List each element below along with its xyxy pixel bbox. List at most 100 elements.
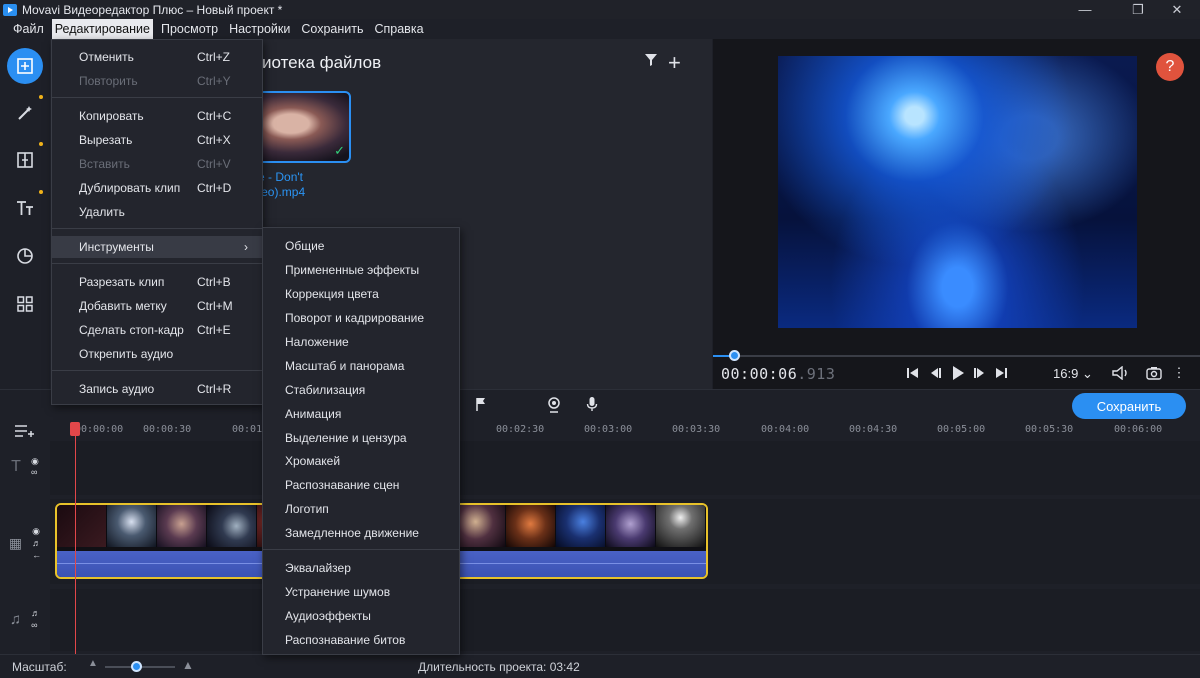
text-track-header: T ◉ ∞ [0,453,50,481]
menu-settings[interactable]: Настройки [226,19,293,39]
more-icon[interactable]: ⋮ [1173,363,1186,383]
video-frame [778,56,1137,328]
music-note-icon: ♫ [9,610,22,628]
submenu-item[interactable]: Аудиоэффекты [285,609,371,623]
menu-item-delete[interactable]: Удалить [52,201,262,223]
text-icon [17,201,33,215]
volume-icon[interactable] [1111,363,1131,383]
submenu-item[interactable]: Общие [285,239,324,253]
menu-item-detach-audio[interactable]: Открепить аудио [52,343,262,365]
menu-item-record-audio[interactable]: Запись аудио Ctrl+R [52,378,262,400]
snapshot-icon[interactable] [1145,363,1163,383]
import-tool-button[interactable] [7,48,43,84]
transitions-tool-button[interactable] [7,142,43,178]
microphone-icon[interactable] [586,396,598,412]
submenu-item[interactable]: Наложение [285,335,349,349]
text-track-icon: T [11,458,21,475]
link-icon[interactable]: ∞ [31,619,40,631]
zoom-in-icon[interactable]: ▲ [182,658,194,672]
zoom-out-icon[interactable]: ▲ [88,658,98,669]
next-frame-icon[interactable] [972,363,988,383]
ruler-label: 00:02:30 [496,424,545,435]
webcam-icon[interactable] [547,397,561,413]
prev-frame-icon[interactable] [927,363,943,383]
filter-icon[interactable] [644,53,658,67]
submenu-item[interactable]: Примененные эффекты [285,263,419,277]
submenu-item[interactable]: Эквалайзер [285,561,351,575]
zoom-slider-handle[interactable] [131,661,142,672]
menu-bar: Файл Редактирование Просмотр Настройки С… [0,19,1200,39]
save-button[interactable]: Сохранить [1072,393,1186,419]
skip-start-icon[interactable] [905,363,921,383]
menu-edit[interactable]: Редактирование [51,19,153,39]
menu-item-cut[interactable]: Вырезать Ctrl+X [52,129,262,151]
submenu-item[interactable]: Логотип [285,502,329,516]
menu-file[interactable]: Файл [10,19,47,39]
app-icon [3,3,17,16]
timeline-tracks: T ◉ ∞ ▦ ◉ ♬ ← ♫ ♬ ∞ [0,439,1200,654]
scrub-handle[interactable] [729,350,740,361]
library-title: иотека файлов [262,53,382,72]
menu-item-tools[interactable]: Инструменты › [52,236,262,258]
skip-end-icon[interactable] [993,363,1009,383]
tools-submenu: Общие Примененные эффекты Коррекция цвет… [262,227,460,655]
edit-menu: Отменить Ctrl+Z Повторить Ctrl+Y Копироват… [51,39,263,405]
submenu-item[interactable]: Устранение шумов [285,585,390,599]
mute-icon[interactable]: ♬ [32,537,41,549]
new-indicator [39,95,43,99]
check-icon: ✓ [334,143,345,158]
menu-item-add-marker[interactable]: Добавить метку Ctrl+M [52,295,262,317]
submenu-item[interactable]: Распознавание сцен [285,478,399,492]
stickers-tool-button[interactable] [7,238,43,274]
aspect-ratio-select[interactable]: 16:9 ⌄ [1053,366,1093,382]
link-icon[interactable]: ∞ [31,467,39,478]
ruler-label: 00:00:00 [75,424,124,435]
help-button[interactable]: ? [1156,53,1184,81]
submenu-item[interactable]: Коррекция цвета [285,287,379,301]
ruler-label: 00:01 [232,424,263,435]
add-track-icon[interactable] [14,424,34,438]
submenu-item[interactable]: Стабилизация [285,383,365,397]
close-icon[interactable]: ✕ [1154,0,1200,19]
timecode: 00:00:06.913 [721,365,836,383]
menu-view[interactable]: Просмотр [158,19,221,39]
volume-icon[interactable]: ♬ [31,607,40,619]
chevron-right-icon: › [244,240,248,254]
audio-track[interactable] [50,589,1200,651]
grid-icon [17,296,33,312]
title-bar: Movavi Видеоредактор Плюс – Новый проект… [0,0,1200,19]
effects-tool-button[interactable] [7,95,43,131]
marker-flag-icon[interactable] [475,397,487,411]
menu-item-split[interactable]: Разрезать клип Ctrl+B [52,271,262,293]
menu-item-duplicate[interactable]: Дублировать клип Ctrl+D [52,177,262,199]
submenu-item[interactable]: Анимация [285,407,341,421]
timeline-ruler[interactable]: 00:00:00 00:00:30 00:01 00:02:30 00:03:0… [50,421,1200,439]
menu-help[interactable]: Справка [371,19,426,39]
submenu-item[interactable]: Масштаб и панорама [285,359,404,373]
add-file-icon[interactable]: + [668,50,681,76]
menu-item-copy[interactable]: Копировать Ctrl+C [52,105,262,127]
detach-icon[interactable]: ← [32,549,41,561]
menu-separator [263,549,459,550]
visibility-icon[interactable]: ◉ [31,456,39,467]
minimize-icon[interactable]: — [1062,0,1108,19]
submenu-item[interactable]: Выделение и цензура [285,431,407,445]
submenu-item[interactable]: Замедленное движение [285,526,419,540]
play-icon[interactable] [949,363,967,383]
menu-save[interactable]: Сохранить [298,19,366,39]
text-track[interactable] [50,441,1200,495]
titles-tool-button[interactable] [7,190,43,226]
video-track-icon: ▦ [8,534,23,551]
transition-icon [17,152,33,168]
submenu-item[interactable]: Хромакей [285,454,340,468]
visibility-icon[interactable]: ◉ [32,525,41,537]
submenu-item[interactable]: Поворот и кадрирование [285,311,424,325]
more-tools-button[interactable] [7,286,43,322]
ruler-label: 00:03:30 [672,424,721,435]
playhead-handle[interactable] [70,422,80,436]
playhead [75,436,76,654]
menu-item-freeze-frame[interactable]: Сделать стоп-кадр Ctrl+E [52,319,262,341]
scrub-track[interactable] [713,355,1200,357]
submenu-item[interactable]: Распознавание битов [285,633,405,647]
menu-item-undo[interactable]: Отменить Ctrl+Z [52,46,262,68]
